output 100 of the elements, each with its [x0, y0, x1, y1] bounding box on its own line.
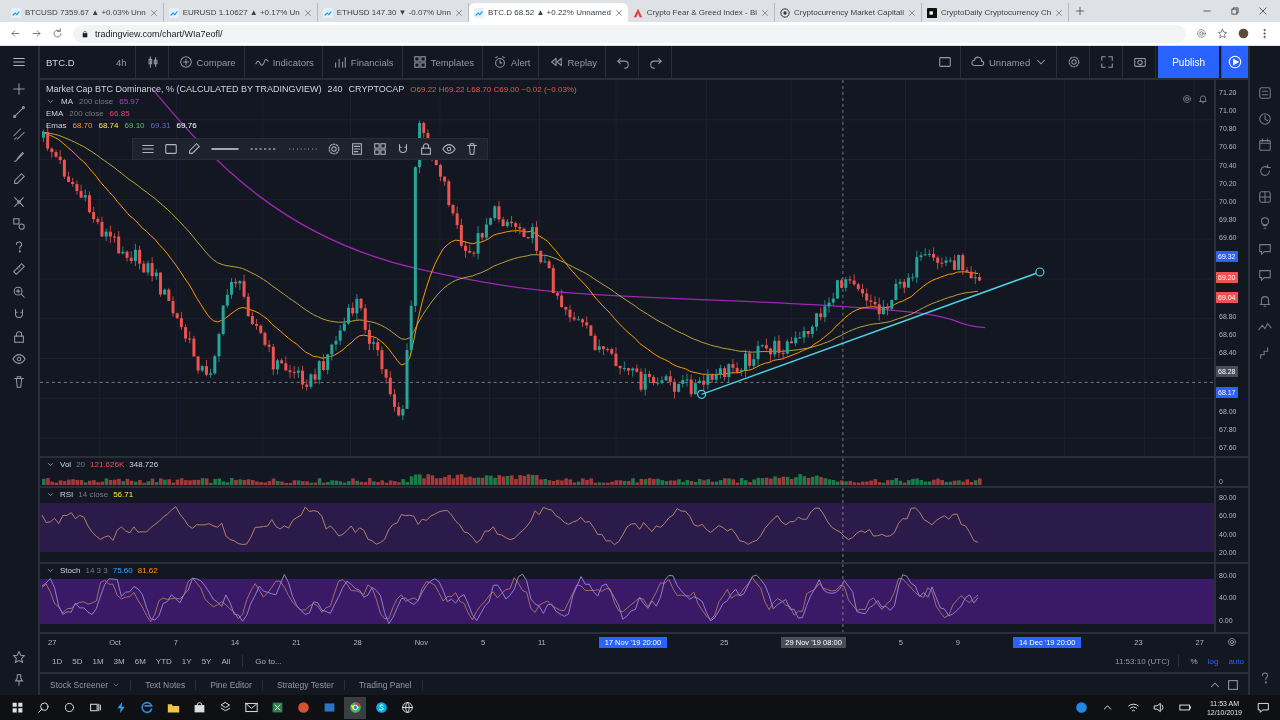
play-icon[interactable]	[1228, 55, 1242, 69]
folder-icon[interactable]	[166, 701, 180, 714]
candles-icon[interactable]	[145, 55, 160, 69]
browser-e-icon[interactable]	[140, 701, 154, 714]
clock-icon[interactable]	[1258, 112, 1272, 126]
toolbar-button[interactable]: Compare	[170, 46, 245, 78]
collapse-icon[interactable]	[46, 97, 55, 106]
spreadsheet-icon[interactable]	[270, 701, 284, 714]
notification-icon[interactable]	[1256, 701, 1270, 714]
settings-icon[interactable]	[1067, 55, 1082, 69]
redo-icon[interactable]	[649, 55, 664, 69]
calendar-icon[interactable]	[1258, 138, 1272, 152]
lock-icon[interactable]	[12, 329, 26, 344]
layout-icon[interactable]	[938, 55, 952, 69]
note-icon[interactable]	[350, 142, 364, 156]
cloud-drive-icon[interactable]	[1075, 701, 1089, 714]
layout-name-button[interactable]: Unnamed	[963, 46, 1058, 78]
go-to-button[interactable]: Go to...	[251, 654, 286, 668]
eye-icon[interactable]	[12, 352, 26, 367]
lock-icon[interactable]	[419, 142, 433, 156]
range-button[interactable]: 6M	[130, 654, 150, 668]
extension-icon[interactable]	[1196, 28, 1207, 39]
parallel-icon[interactable]	[12, 127, 26, 142]
box-icon[interactable]	[218, 701, 232, 714]
pen-icon[interactable]	[12, 172, 26, 187]
scale-option[interactable]: %	[1186, 654, 1202, 668]
indicator-name[interactable]: Vol	[60, 460, 72, 469]
panel-tab[interactable]: Stock Screener	[40, 679, 132, 690]
collapse-icon[interactable]	[46, 490, 55, 499]
line-color-icon[interactable]	[187, 142, 201, 156]
panel-tab[interactable]: Trading Panel	[348, 679, 423, 690]
board-icon[interactable]	[322, 701, 336, 714]
cortana-icon[interactable]	[62, 701, 76, 714]
scale-option[interactable]: auto	[1224, 654, 1248, 668]
store-icon[interactable]	[192, 701, 206, 714]
publish-button[interactable]: Publish	[1158, 46, 1219, 78]
search-icon[interactable]	[36, 701, 50, 714]
range-button[interactable]: All	[217, 654, 235, 668]
back-icon[interactable]	[10, 28, 21, 39]
trash-icon[interactable]	[465, 142, 479, 156]
avatar-icon[interactable]	[1238, 28, 1249, 39]
axis-settings-icon[interactable]	[1227, 637, 1237, 647]
wifi-icon[interactable]	[1127, 701, 1141, 714]
toolbar-button[interactable]: Financials	[324, 46, 403, 78]
pin-icon[interactable]	[12, 672, 26, 687]
close-icon[interactable]	[1258, 6, 1268, 16]
range-button[interactable]: 3M	[109, 654, 129, 668]
globe-icon[interactable]	[400, 701, 414, 714]
alert-icon[interactable]	[1198, 94, 1208, 104]
line-icon[interactable]	[12, 104, 26, 119]
range-button[interactable]: 1Y	[177, 654, 196, 668]
scale-settings-icon[interactable]	[1182, 94, 1192, 104]
menu-icon[interactable]	[12, 55, 26, 69]
drag-handle-icon[interactable]	[141, 142, 155, 156]
collapse-icon[interactable]	[46, 566, 55, 575]
collapse-icon[interactable]	[46, 460, 55, 469]
toolbar-button[interactable]: Alert	[484, 46, 540, 78]
skype-icon[interactable]	[374, 701, 388, 714]
eye-icon[interactable]	[442, 142, 456, 156]
magnet-icon[interactable]	[396, 142, 410, 156]
indicator-name[interactable]: EMA	[46, 109, 64, 118]
indicator-name[interactable]: Stoch	[60, 566, 81, 575]
watchlist-icon[interactable]	[1258, 86, 1272, 100]
trend-line[interactable]	[697, 267, 1045, 399]
indicator-name[interactable]: MA	[61, 97, 73, 106]
battery-icon[interactable]	[1179, 701, 1193, 714]
range-button[interactable]: 1M	[88, 654, 108, 668]
zoom-icon[interactable]	[12, 284, 26, 299]
browser-tab[interactable]: BTC.D 68.52 ▲ +0.22% Unnamed	[468, 3, 628, 22]
undo-icon[interactable]	[616, 55, 631, 69]
indicator-name[interactable]: RSI	[60, 490, 74, 499]
close-icon[interactable]	[614, 8, 623, 17]
range-button[interactable]: YTD	[151, 654, 176, 668]
bookmark-star-icon[interactable]	[1217, 28, 1228, 39]
restore-icon[interactable]	[1230, 6, 1240, 16]
scale-option[interactable]: log	[1203, 654, 1223, 668]
panel-tab[interactable]: Pine Editor	[200, 679, 263, 690]
toolbar-button[interactable]: Replay	[541, 46, 607, 78]
shapes-icon[interactable]	[12, 217, 26, 232]
camera-icon[interactable]	[1133, 55, 1148, 69]
range-button[interactable]: 5D	[68, 654, 87, 668]
crosshair-icon[interactable]	[12, 82, 26, 97]
reload-icon[interactable]	[52, 28, 63, 39]
range-button[interactable]: 5Y	[197, 654, 216, 668]
panel-tab[interactable]: Strategy Tester	[266, 679, 345, 690]
bulb-icon[interactable]	[1258, 216, 1272, 230]
address-field[interactable]: tradingview.com/chart/WIa7eofl/	[73, 24, 1186, 43]
chat-icon[interactable]	[1258, 268, 1272, 282]
layers-icon[interactable]	[1258, 190, 1272, 204]
brush-icon[interactable]	[12, 149, 26, 164]
windows-icon[interactable]	[10, 701, 24, 714]
range-button[interactable]: 1D	[48, 654, 67, 668]
trash-icon[interactable]	[12, 374, 26, 389]
ruler-icon[interactable]	[12, 262, 26, 277]
settings-icon[interactable]	[327, 142, 341, 156]
indicator-name[interactable]: Emas	[46, 121, 67, 130]
presentation-icon[interactable]	[296, 701, 310, 714]
forward-icon[interactable]	[31, 28, 42, 39]
speaker-icon[interactable]	[1153, 701, 1167, 714]
star-icon[interactable]	[12, 650, 26, 665]
